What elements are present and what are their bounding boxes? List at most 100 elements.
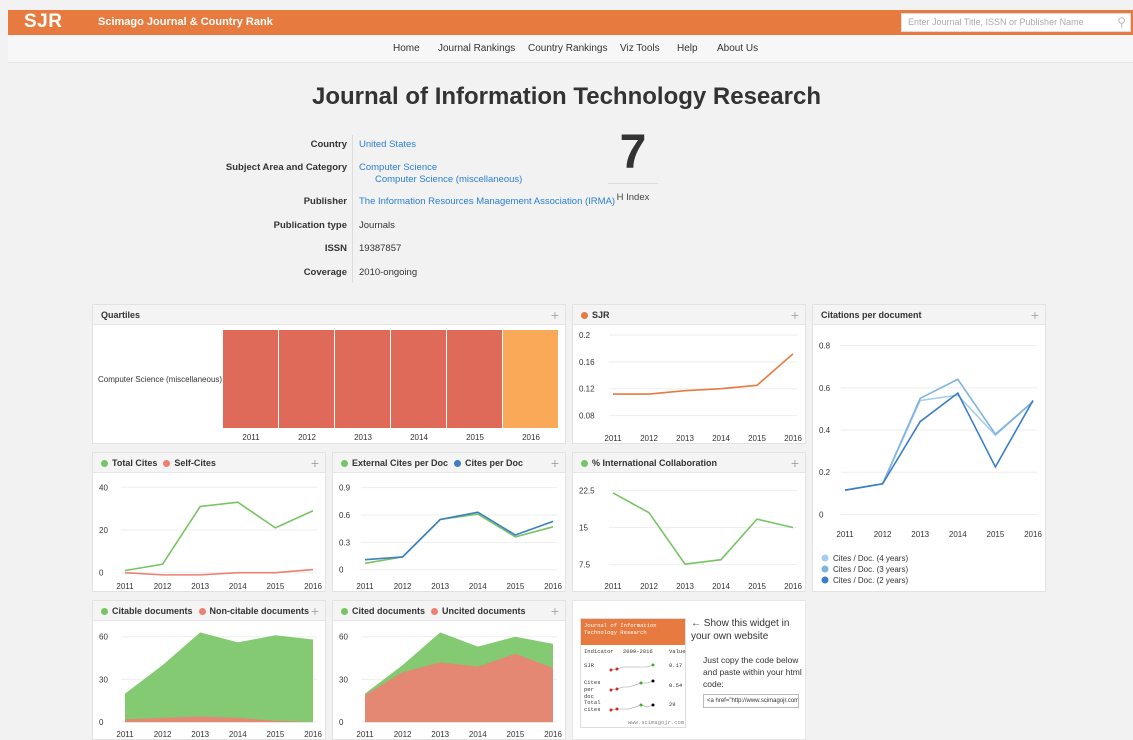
sjr-plus-icon[interactable]: + — [791, 307, 799, 323]
nav-journal-rankings[interactable]: Journal Rankings — [438, 43, 515, 54]
cites-per-doc-legend[interactable]: Cites per Doc — [454, 458, 523, 468]
self-cites-legend[interactable]: Self-Cites — [163, 458, 216, 468]
sjr-ytick: 0.16 — [579, 358, 595, 367]
cited-ytick: 30 — [339, 675, 348, 684]
intl-title-wrap: % International Collaboration — [581, 458, 717, 468]
cited-plus-icon[interactable]: + — [551, 603, 559, 619]
publisher-link[interactable]: The Information Resources Management Ass… — [359, 196, 615, 207]
nav-viz-tools[interactable]: Viz Tools — [620, 43, 660, 54]
citable-plus-icon[interactable]: + — [311, 603, 319, 619]
intl-plus-icon[interactable]: + — [791, 455, 799, 471]
ext-cites-legend[interactable]: External Cites per Doc — [341, 458, 448, 468]
sjr-title-wrap: SJR — [581, 310, 610, 320]
cites-ytick: 20 — [99, 526, 108, 535]
widget-col-indicator: Indicator — [584, 648, 614, 655]
quartile-year-2011: 2011 — [242, 433, 260, 442]
ext-line-1 — [364, 511, 554, 561]
ext-header: External Cites per Doc Cites per Doc + — [333, 453, 565, 473]
cpd-xtick: 2011 — [836, 530, 854, 539]
sjr-xtick: 2015 — [748, 434, 766, 443]
search-placeholder: Enter Journal Title, ISSN or Publisher N… — [908, 17, 1084, 27]
cites-xtick: 2016 — [304, 582, 322, 591]
sjr-title: SJR — [592, 310, 610, 320]
cpd-header: Citations per document + — [813, 305, 1045, 325]
category-link[interactable]: Computer Science (miscellaneous) — [375, 174, 522, 185]
citable-dot — [101, 608, 108, 615]
widget-col-value: Value — [669, 648, 686, 655]
hindex-divider — [608, 183, 658, 184]
citable-chart: 60 30 0 2011 2012 2013 2014 2015 2016 — [99, 632, 322, 739]
citable-header: Citable documents Non-citable documents + — [93, 601, 325, 621]
cpd-xtick: 2014 — [949, 530, 967, 539]
widget-r1-value: 0.17 — [669, 662, 683, 669]
quartiles-plus-icon[interactable]: + — [551, 307, 559, 323]
noncitable-legend[interactable]: Non-citable documents — [198, 606, 309, 616]
cpd-ytick: 0.4 — [819, 426, 831, 435]
ext-cites-label: External Cites per Doc — [352, 458, 449, 468]
widget-r1-label: SJR — [584, 662, 594, 669]
intl-chart: 22.5 15 7.5 2011 2012 2013 2014 2015 2016 — [579, 486, 802, 591]
intl-xtick: 2013 — [676, 582, 694, 591]
sjr-xtick: 2012 — [640, 434, 658, 443]
cited-xtick: 2013 — [431, 730, 449, 739]
ext-plus-icon[interactable]: + — [551, 455, 559, 471]
nav-help[interactable]: Help — [677, 43, 698, 54]
hindex-value: 7 — [619, 126, 647, 179]
cited-title: Cited documents Uncited documents — [341, 606, 532, 616]
cited-xtick: 2015 — [507, 730, 525, 739]
ext-xtick: 2016 — [544, 582, 562, 591]
quartile-cell-2016 — [503, 330, 558, 428]
ext-xtick: 2013 — [431, 582, 449, 591]
nav-country-rankings[interactable]: Country Rankings — [528, 43, 607, 54]
sjr-xtick: 2013 — [676, 434, 694, 443]
citable-ytick: 0 — [99, 718, 104, 727]
subject-link[interactable]: Computer Science — [359, 162, 437, 173]
search-input[interactable]: Enter Journal Title, ISSN or Publisher N… — [901, 13, 1131, 32]
cited-legend[interactable]: Cited documents — [341, 606, 425, 616]
citable-ytick: 60 — [99, 633, 108, 642]
sjr-logo[interactable]: SJR — [24, 11, 62, 33]
quartile-year-2014: 2014 — [410, 433, 428, 442]
coverage-label: Coverage — [303, 267, 347, 278]
widget-footer[interactable]: www.scimagojr.com — [628, 719, 684, 726]
widget-col-years: 2009-2016 — [623, 648, 653, 655]
quartiles-header: Quartiles + — [93, 305, 565, 325]
widget-preview[interactable]: Journal of Information Technology Resear… — [580, 618, 686, 728]
cites-plus-icon[interactable]: + — [311, 455, 319, 471]
country-link[interactable]: United States — [359, 139, 416, 150]
ext-title: External Cites per Doc Cites per Doc — [341, 458, 529, 468]
cites-xtick: 2011 — [116, 582, 134, 591]
quartile-cell-2013 — [335, 330, 390, 428]
nav-about-us[interactable]: About Us — [717, 43, 758, 54]
citable-xtick: 2012 — [154, 730, 172, 739]
widget-code-field[interactable]: <a href="http://www.scimagojr.com — [703, 694, 799, 708]
cites-line-1 — [124, 568, 314, 576]
cpd-legend-dot-0 — [821, 554, 829, 562]
citable-ytick: 30 — [99, 675, 108, 684]
sjr-ytick: 0.12 — [579, 385, 595, 394]
widget-r3-value: 29 — [669, 701, 676, 708]
quartile-year-2015: 2015 — [466, 433, 484, 442]
widget-r2-value: 0.54 — [669, 682, 683, 689]
cpd-ytick: 0.6 — [819, 384, 831, 393]
quartile-cell-2011 — [223, 330, 278, 428]
cpd-line-1 — [844, 378, 1034, 491]
quartile-category-label: Computer Science (miscellaneous) — [98, 375, 222, 384]
cited-dot — [341, 608, 348, 615]
citable-xtick: 2015 — [267, 730, 285, 739]
brand-name[interactable]: Scimago Journal & Country Rank — [98, 16, 273, 28]
quartile-cell-2014 — [391, 330, 446, 428]
total-cites-legend[interactable]: Total Cites — [101, 458, 157, 468]
nav-home[interactable]: Home — [393, 43, 420, 54]
self-cites-dot — [163, 460, 171, 467]
ext-ytick: 0.6 — [339, 511, 351, 520]
sjr-panel: SJR + 0.2 0.16 0.12 0.08 2011 2012 2013 2014 201… — [572, 304, 806, 444]
cites-xtick: 2013 — [191, 582, 209, 591]
uncited-legend[interactable]: Uncited documents — [431, 606, 526, 616]
citable-legend[interactable]: Citable documents — [101, 606, 193, 616]
search-icon[interactable]: ⚲ — [1117, 15, 1126, 29]
total-cites-label: Total Cites — [112, 458, 158, 468]
citable-panel: Citable documents Non-citable documents +… — [92, 600, 326, 740]
cpd-plus-icon[interactable]: + — [1031, 307, 1039, 323]
coverage-value: 2010-ongoing — [359, 267, 418, 278]
